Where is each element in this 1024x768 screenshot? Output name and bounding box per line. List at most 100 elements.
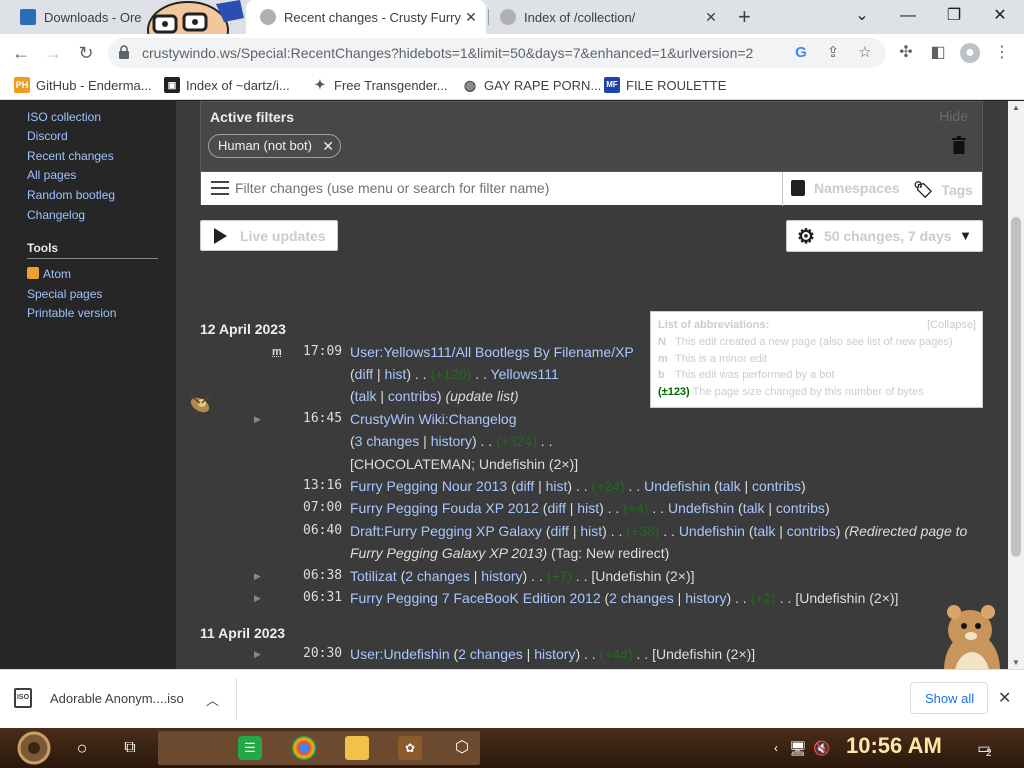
legend-collapse-link[interactable]: [Collapse] (927, 319, 976, 331)
reload-icon[interactable]: ↻ (75, 42, 97, 64)
tab-index-collection[interactable]: Index of /collection/ ✕ (490, 0, 726, 34)
chevron-up-icon[interactable]: ︿ (206, 690, 219, 709)
network-icon[interactable]: 🖥 (786, 736, 810, 760)
tab-search-chevron-icon[interactable]: ⌄ (852, 6, 872, 26)
tray-chevron-icon[interactable]: ‹ (764, 736, 788, 760)
remove-filter-icon[interactable]: ✕ (322, 135, 334, 157)
notification-icon[interactable]: ▭ (972, 736, 996, 760)
back-icon[interactable]: ← (10, 42, 32, 64)
sidebar-link-iso-collection[interactable]: ISO collection (27, 110, 101, 124)
sidebar-link-atom[interactable]: Atom (43, 267, 71, 281)
sidebar-link-discord[interactable]: Discord (27, 129, 68, 143)
search-circle-icon[interactable]: ○ (70, 736, 94, 760)
chrome-app-icon[interactable] (292, 736, 316, 760)
scroll-up-icon[interactable]: ▲ (1012, 103, 1020, 112)
diff-link[interactable]: diff (516, 478, 534, 494)
page-scrollbar[interactable]: ▲ ▼ (1008, 101, 1024, 669)
side-panel-icon[interactable]: ◧ (928, 43, 948, 63)
page-link[interactable]: Totilizat (350, 568, 397, 584)
tab-recent-changes[interactable]: Recent changes - Crusty Furry ✕ (246, 0, 486, 34)
lock-icon[interactable] (118, 45, 130, 59)
sidebar-link-recent-changes[interactable]: Recent changes (27, 149, 114, 163)
bookmark-globe-site[interactable]: ◍ GAY RAPE PORN... (462, 77, 601, 93)
trash-icon[interactable] (952, 136, 966, 154)
close-downloads-icon[interactable]: ✕ (998, 688, 1011, 708)
volume-muted-icon[interactable]: 🔇 (810, 736, 834, 760)
diff-link[interactable]: diff (551, 523, 569, 539)
expand-arrow-icon[interactable]: ▶ (254, 565, 261, 587)
changes-link[interactable]: 2 changes (609, 590, 674, 606)
page-link[interactable]: User:Undefishin (350, 646, 450, 662)
talk-link[interactable]: talk (754, 523, 776, 539)
expand-arrow-icon[interactable]: ▶ (254, 643, 261, 665)
filter-menu-icon[interactable] (211, 181, 229, 195)
user-link[interactable]: Undefishin (668, 500, 734, 516)
sidebar-link-all-pages[interactable]: All pages (27, 168, 76, 182)
minimize-icon[interactable]: — (898, 6, 918, 26)
sidebar-link-random-bootleg[interactable]: Random bootleg (27, 188, 115, 202)
changes-link[interactable]: 2 changes (405, 568, 470, 584)
filter-chip-human[interactable]: Human (not bot) ✕ (208, 134, 341, 158)
history-link[interactable]: history (481, 568, 522, 584)
address-bar[interactable]: crustywindo.ws/Special:RecentChanges?hid… (108, 38, 886, 68)
file-explorer-icon[interactable] (345, 736, 369, 760)
profile-avatar-icon[interactable]: ● (960, 43, 980, 63)
namespaces-button[interactable]: Namespaces (791, 180, 900, 196)
diff-link[interactable]: diff (355, 366, 373, 382)
user-link[interactable]: Undefishin (644, 478, 710, 494)
page-link[interactable]: Furry Pegging Nour 2013 (350, 478, 507, 494)
sidebar-link-special-pages[interactable]: Special pages (27, 287, 102, 301)
page-link[interactable]: Draft:Furry Pegging XP Galaxy (350, 523, 542, 539)
history-link[interactable]: history (685, 590, 726, 606)
hist-link[interactable]: hist (580, 523, 602, 539)
changes-link[interactable]: 3 changes (355, 433, 420, 449)
game-app-icon[interactable]: ✿ (398, 736, 422, 760)
new-tab-button[interactable]: + (738, 6, 751, 28)
filter-search-input[interactable]: Filter changes (use menu or search for f… (235, 180, 549, 196)
close-window-icon[interactable]: ✕ (990, 6, 1010, 26)
talk-link[interactable]: talk (355, 388, 377, 404)
bookmark-free-transgender[interactable]: ✦ Free Transgender... (312, 77, 448, 93)
diff-link[interactable]: diff (547, 500, 565, 516)
bookmark-star-icon[interactable]: ☆ (856, 44, 874, 62)
page-link[interactable]: User:Yellows111/All Bootlegs By Filename… (350, 344, 634, 360)
close-tab-icon[interactable]: ✕ (464, 10, 478, 24)
history-link[interactable]: history (431, 433, 472, 449)
page-link[interactable]: Furry Pegging 7 FaceBooK Edition 2012 (350, 590, 601, 606)
contribs-link[interactable]: contribs (752, 478, 801, 494)
tags-button[interactable]: 🏷 Tags (913, 180, 973, 200)
hist-link[interactable]: hist (546, 478, 568, 494)
user-link[interactable]: Yellows111 (491, 366, 559, 382)
share-icon[interactable]: ⇪ (824, 44, 842, 62)
download-item[interactable]: ISO Adorable Anonym....iso (14, 688, 184, 708)
show-all-button[interactable]: Show all (910, 682, 988, 714)
history-link[interactable]: history (534, 646, 575, 662)
page-link[interactable]: CrustyWin Wiki:Changelog (350, 411, 517, 427)
maximize-icon[interactable]: ❐ (944, 6, 964, 26)
bookmark-file-roulette[interactable]: MF FILE ROULETTE (604, 77, 726, 93)
sheets-app-icon[interactable]: ☰ (238, 736, 262, 760)
menu-kebab-icon[interactable]: ⋮ (992, 43, 1012, 63)
extensions-icon[interactable]: ✣ (896, 43, 916, 63)
url-text[interactable]: crustywindo.ws/Special:RecentChanges?hid… (142, 45, 753, 61)
sidebar-link-printable-version[interactable]: Printable version (27, 306, 116, 320)
live-updates-button[interactable]: Live updates (200, 220, 338, 251)
start-button-icon[interactable] (10, 730, 58, 766)
contribs-link[interactable]: contribs (776, 500, 825, 516)
page-link[interactable]: Furry Pegging Fouda XP 2012 (350, 500, 539, 516)
bookmark-github[interactable]: PH GitHub - Enderma... (14, 77, 152, 93)
expand-arrow-icon[interactable]: ▶ (254, 587, 261, 609)
talk-link[interactable]: talk (743, 500, 765, 516)
results-options-button[interactable]: ⚙ 50 changes, 7 days ▼ (786, 220, 983, 252)
expand-arrow-icon[interactable]: ▶ (254, 408, 261, 430)
sidebar-link-changelog[interactable]: Changelog (27, 208, 85, 222)
hide-filters-link[interactable]: Hide (939, 108, 968, 124)
google-lens-icon[interactable]: G (792, 44, 810, 62)
changes-link[interactable]: 2 changes (458, 646, 523, 662)
contribs-link[interactable]: contribs (787, 523, 836, 539)
bookmark-index-dartz[interactable]: ▣ Index of ~dartz/i... (164, 77, 290, 93)
contribs-link[interactable]: contribs (388, 388, 437, 404)
hist-link[interactable]: hist (385, 366, 407, 382)
hist-link[interactable]: hist (577, 500, 599, 516)
talk-link[interactable]: talk (719, 478, 741, 494)
